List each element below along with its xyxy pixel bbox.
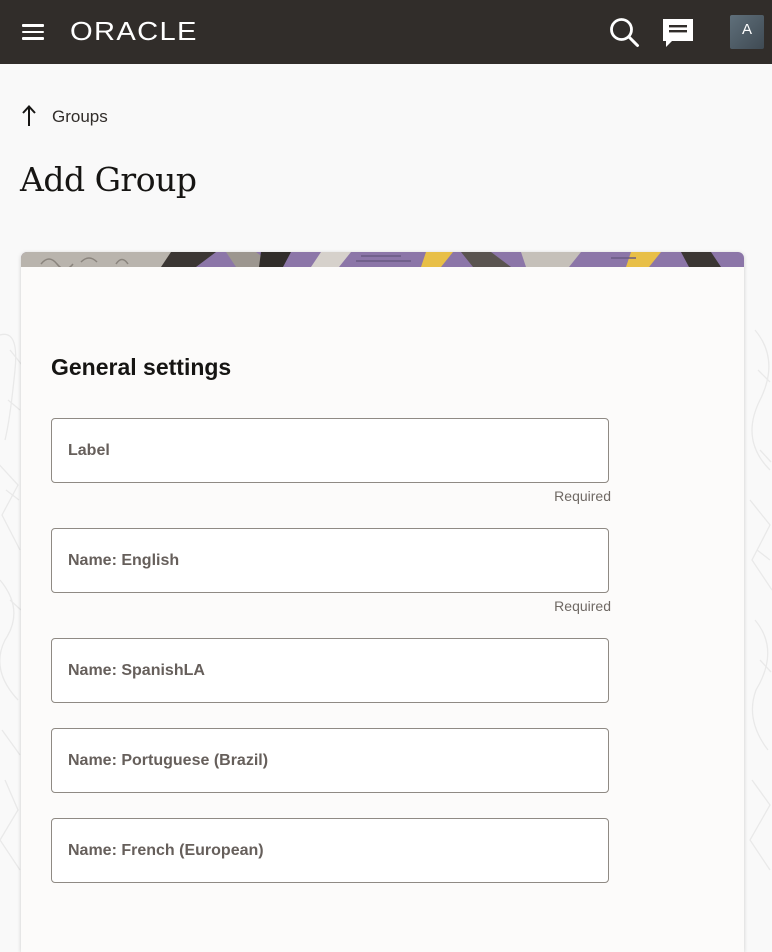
label-field[interactable]: Label xyxy=(51,418,609,483)
name-french-european-field[interactable]: Name: French (European) xyxy=(51,818,609,883)
field-label: Name: Portuguese (Brazil) xyxy=(68,752,269,769)
field-label: Name: SpanishLA xyxy=(68,662,205,679)
oracle-logo: ORACLE xyxy=(70,16,198,46)
field-label: Name: English xyxy=(68,552,180,569)
search-icon[interactable] xyxy=(608,16,640,48)
name-english-field[interactable]: Name: English xyxy=(51,528,609,593)
form-card: General settings Label Required Name: En… xyxy=(21,252,744,952)
name-portuguese-brazil-field[interactable]: Name: Portuguese (Brazil) xyxy=(51,728,609,793)
required-hint: Required xyxy=(554,598,611,614)
field-label: Name: French (European) xyxy=(68,842,264,859)
decorative-banner xyxy=(21,252,744,267)
menu-icon[interactable] xyxy=(22,23,44,41)
section-title: General settings xyxy=(51,354,232,380)
name-spanishla-field[interactable]: Name: SpanishLA xyxy=(51,638,609,703)
breadcrumb-label: Groups xyxy=(52,107,108,126)
avatar[interactable]: A xyxy=(730,15,764,49)
required-hint: Required xyxy=(554,488,611,504)
top-header: ORACLE A xyxy=(0,0,772,64)
chat-icon[interactable] xyxy=(661,17,695,49)
page-title: Add Group xyxy=(20,160,197,199)
field-label: Label xyxy=(68,442,110,459)
arrow-up-icon xyxy=(22,105,36,126)
